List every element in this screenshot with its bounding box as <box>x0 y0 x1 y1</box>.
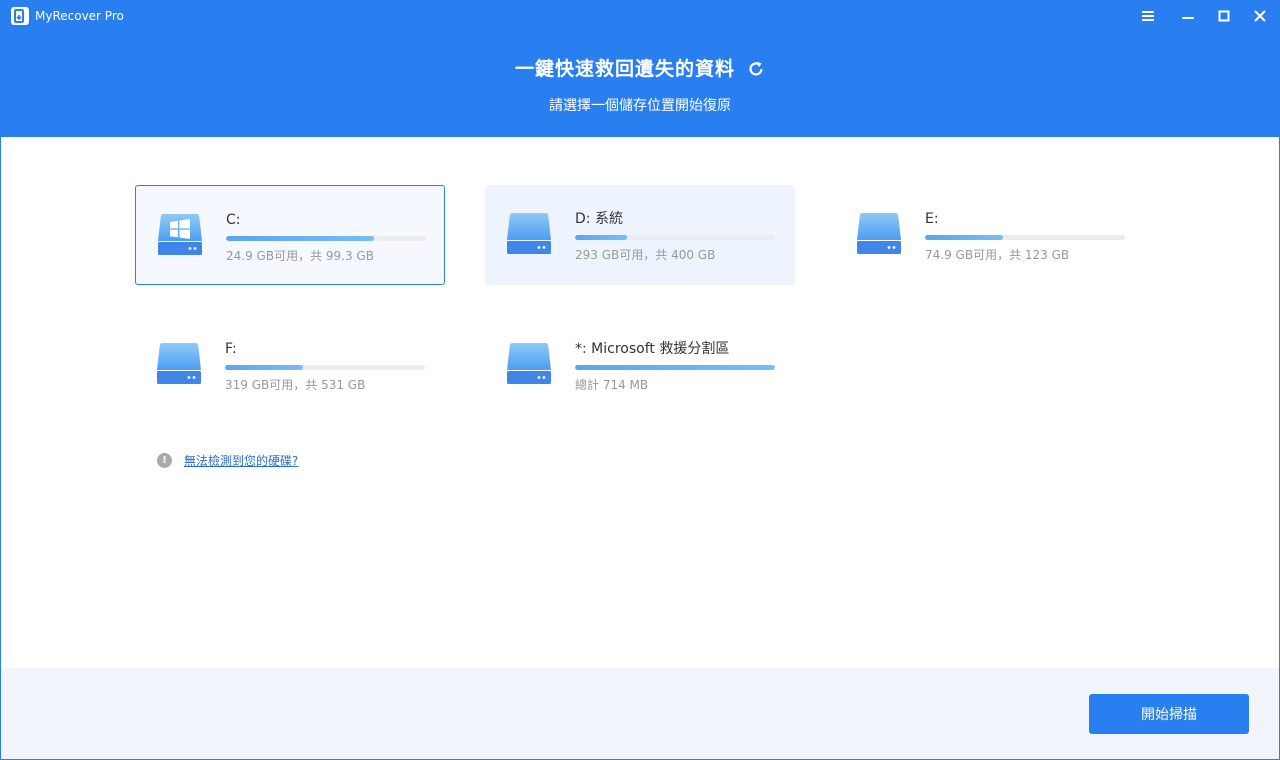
drive-card[interactable]: D: 系統 293 GB可用，共 400 GB <box>485 185 795 285</box>
drive-usage-bar <box>575 365 775 370</box>
drive-usage-fill <box>575 235 627 240</box>
refresh-icon[interactable] <box>747 60 765 78</box>
drive-capacity-info: 319 GB可用，共 531 GB <box>225 378 366 392</box>
drive-icon <box>506 341 552 387</box>
info-icon: ! <box>157 453 172 468</box>
hero-title: 一鍵快速救回遺失的資料 <box>514 57 735 80</box>
start-scan-button[interactable]: 開始掃描 <box>1089 694 1249 734</box>
drive-card[interactable]: C: 24.9 GB可用，共 99.3 GB <box>135 185 445 285</box>
drive-name: F: <box>225 341 237 357</box>
footer-bar: 開始掃描 <box>0 668 1280 760</box>
drive-card[interactable]: *: Microsoft 救援分割區 總計 714 MB <box>485 315 795 415</box>
minimize-button[interactable] <box>1173 4 1203 28</box>
windows-drive-icon <box>157 212 203 258</box>
hero-title-row: 一鍵快速救回遺失的資料 <box>0 54 1280 83</box>
drive-icon <box>856 211 902 257</box>
drive-capacity-info: 74.9 GB可用，共 123 GB <box>925 248 1070 262</box>
drive-icon <box>156 341 202 387</box>
drive-name: E: <box>925 211 939 227</box>
undetected-disk-help-link[interactable]: 無法檢測到您的硬碟? <box>184 452 298 470</box>
minimize-icon <box>1182 17 1194 19</box>
drive-usage-bar <box>575 235 775 240</box>
drive-card[interactable]: E: 74.9 GB可用，共 123 GB <box>835 185 1145 285</box>
maximize-button[interactable] <box>1209 4 1239 28</box>
drive-usage-fill <box>925 235 1003 240</box>
app-title: MyRecover Pro <box>35 9 124 23</box>
drive-usage-bar <box>226 236 426 241</box>
maximize-icon <box>1218 10 1230 22</box>
menu-button[interactable] <box>1133 4 1163 28</box>
drive-usage-fill <box>225 365 303 370</box>
drive-name: *: Microsoft 救援分割區 <box>575 341 730 357</box>
drive-name: C: <box>226 212 241 228</box>
hamburger-menu-icon <box>1142 11 1154 21</box>
close-button[interactable] <box>1245 4 1275 28</box>
drive-usage-fill <box>575 365 775 370</box>
drive-usage-fill <box>226 236 374 241</box>
app-logo-icon <box>11 7 29 25</box>
drive-capacity-info: 293 GB可用，共 400 GB <box>575 248 716 262</box>
drive-icon <box>506 211 552 257</box>
close-icon <box>1254 10 1266 22</box>
drive-name: D: 系統 <box>575 211 623 227</box>
drive-capacity-info: 24.9 GB可用，共 99.3 GB <box>226 249 374 263</box>
drive-capacity-info: 總計 714 MB <box>575 378 649 392</box>
header-banner: MyRecover Pro 一鍵快速救回遺失的資料 請選擇一個儲存位置開始復原 <box>0 0 1280 137</box>
drive-usage-bar <box>925 235 1125 240</box>
hero-subtitle: 請選擇一個儲存位置開始復原 <box>549 98 731 114</box>
drive-card[interactable]: F: 319 GB可用，共 531 GB <box>135 315 445 415</box>
drive-usage-bar <box>225 365 425 370</box>
